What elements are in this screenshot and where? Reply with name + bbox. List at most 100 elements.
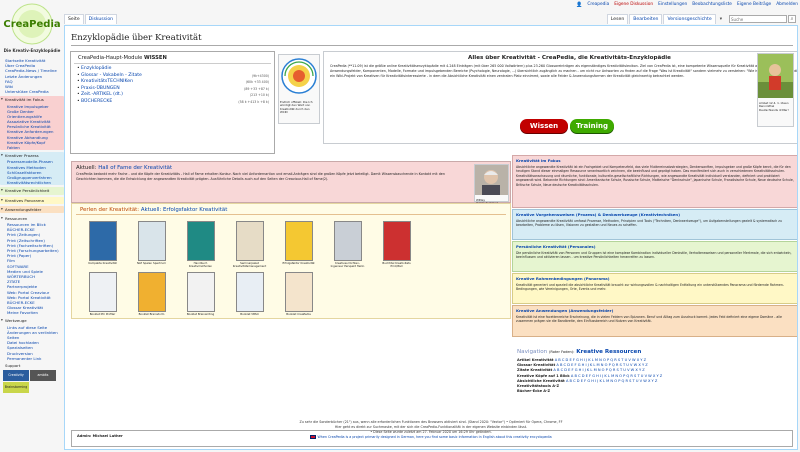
book-item[interactable]: Kompakte Kreativität bbox=[84, 221, 121, 265]
book-cover-icon bbox=[235, 221, 264, 261]
topic-box-title[interactable]: Kreativität im Fokus bbox=[513, 156, 797, 164]
book-cover-icon bbox=[333, 221, 362, 261]
hof-text: CreaPedia bedankt mehr Fache - und die K… bbox=[76, 172, 445, 181]
book-cover-icon bbox=[284, 221, 313, 261]
tab-edit[interactable]: Bearbeiten bbox=[629, 14, 663, 24]
nav-row-label[interactable]: Zitate Kreativität bbox=[517, 368, 552, 372]
nav-row-label[interactable]: Artikel Kreativität bbox=[517, 358, 554, 362]
sidebar-section-title[interactable]: Kreatives Panorama bbox=[0, 197, 64, 204]
sidebar-item[interactable]: Meine Favoriten bbox=[0, 310, 64, 315]
intro-thumbnail[interactable]: Endlich offiziell: Die Ich würdigt den W… bbox=[278, 54, 320, 124]
alphabet-links[interactable]: A B C D E F G H I J K L M N O P Q R S T … bbox=[555, 358, 646, 362]
sidebar-item[interactable]: Kreativitätsrechtlichen bbox=[0, 180, 64, 185]
topic-box-title[interactable]: Kreative Rahmenbedingungen (Panorama) bbox=[513, 274, 797, 282]
sidebar-main-nav: Startseite Kreativität Über CreaPedia Cr… bbox=[0, 58, 64, 94]
book-caption: Booklet IPC Profiler bbox=[89, 312, 116, 316]
wissen-button[interactable]: Wissen bbox=[520, 119, 568, 133]
book-item[interactable]: Buchtitel Kreativitats Print/Pad bbox=[378, 221, 415, 268]
alphabet-links[interactable]: A B C D E F G H I J K L M N O P Q R S T … bbox=[556, 363, 647, 367]
intro-heading: Alles über Kreativität - CreaPedia, die … bbox=[468, 55, 671, 61]
hof-photo[interactable]: Wittey Ostdeutschland bbox=[474, 164, 509, 205]
search-icon[interactable]: ⌕ bbox=[788, 15, 796, 23]
module-count: (89 +33 +87 k) bbox=[244, 86, 269, 91]
sidebar-item[interactable]: Änderungen an verlinkten Seiten bbox=[0, 330, 64, 340]
personal-link[interactable]: Abmelden bbox=[776, 2, 798, 8]
sidebar-item[interactable]: Permanenter Link bbox=[0, 356, 64, 361]
user-icon: 👤 bbox=[576, 2, 583, 8]
topic-box-title[interactable]: Kreative Anwendungen (Anwendungsfelder) bbox=[513, 306, 797, 314]
module-link[interactable]: Enzyklopädie bbox=[81, 66, 111, 73]
alphabet-links[interactable]: A B C D E F G H I J K L M N O P Q R S T … bbox=[553, 368, 644, 372]
personal-tools: 👤 Creapedia Eigene Diskussion Einstellun… bbox=[576, 2, 798, 8]
intro-thumb-caption: Endlich offiziell: Die Ich würdigt den W… bbox=[280, 100, 313, 115]
book-caption: Booklet Brainstorm bbox=[138, 312, 165, 316]
page-title: Enzyklopädie über Kreativität bbox=[71, 33, 202, 43]
nav-row-label[interactable]: Bücher-Ecke A-Z bbox=[517, 389, 550, 393]
namespace-tabs: Seite Diskussion bbox=[64, 14, 118, 24]
tab-page[interactable]: Seite bbox=[64, 14, 84, 24]
alphabet-links[interactable]: A B C D E F G H I J K L M N O P Q R S T … bbox=[566, 379, 657, 383]
sidebar-section-title[interactable]: Ressourcen bbox=[0, 215, 64, 222]
sidebar-section-title[interactable]: Anwendungsfelder bbox=[0, 206, 64, 213]
book-item[interactable]: NLP Spalen Spectrum bbox=[133, 221, 170, 265]
nav-row-label[interactable]: Glossar Kreativität bbox=[517, 363, 555, 367]
hof-link[interactable]: Hall of Fame der Kreativität bbox=[98, 165, 172, 171]
tab-read[interactable]: Lesen bbox=[606, 14, 629, 24]
book-item[interactable]: Kreatives Dichten-Ingenieur Perspekt Hei… bbox=[329, 221, 366, 268]
topic-box-title[interactable]: Persönliche Kreativität (Personales) bbox=[513, 242, 797, 250]
search-input[interactable] bbox=[729, 15, 787, 23]
book-item[interactable]: Handbuch Kreativmethoden bbox=[182, 221, 219, 268]
nav-row-label[interactable]: Kreative Köpfe auf 1 Blick bbox=[517, 374, 570, 378]
book-item[interactable]: Booklet VBSO bbox=[231, 272, 268, 316]
award-thumbnail[interactable]: Ambet 12.4. 1. Ideen Rennräthel Deutschl… bbox=[757, 53, 794, 127]
title-divider bbox=[71, 45, 793, 46]
search-box: ⌕ bbox=[729, 15, 796, 23]
personal-link[interactable]: Einstellungen bbox=[658, 2, 687, 8]
badge-creativity[interactable]: Creativity bbox=[3, 370, 29, 382]
nav-resources-link[interactable]: Kreative Ressourcen bbox=[576, 349, 641, 355]
modules-list: EnzyklopädieGlossar - Vokabeln - Zitate(… bbox=[71, 64, 274, 106]
module-row: Enzyklopädie bbox=[71, 66, 274, 73]
module-link[interactable]: KreativitätsTECHNIKen bbox=[81, 79, 133, 86]
sidebar-link[interactable]: Unterstütze CreaPedia bbox=[5, 89, 64, 94]
book-item[interactable]: Booklet Brainstorm bbox=[133, 272, 170, 316]
sidebar-item[interactable]: Fakten bbox=[0, 145, 64, 150]
book-caption: Kreatives Dichten-Ingenieur Perspekt Hei… bbox=[330, 261, 365, 269]
creapedia-logo[interactable]: CreaPedia Die Kreativ-Enzyklopädie bbox=[0, 0, 64, 56]
personal-link[interactable]: Eigene Beiträge bbox=[737, 2, 771, 8]
sidebar-section-title[interactable]: Kreativer Prozess bbox=[0, 152, 64, 159]
badge-ambits[interactable]: ambits bbox=[30, 370, 56, 382]
topic-box-title[interactable]: Kreative Vorgehensweisen (Prozess) & Den… bbox=[513, 210, 797, 218]
tab-discussion[interactable]: Diskussion bbox=[84, 14, 118, 24]
topic-box: Kreativität im Fokus Absichtliche angewan… bbox=[512, 155, 797, 208]
book-item[interactable]: Erfolgsfaktor Kreativität bbox=[280, 221, 317, 265]
sidebar-section-title[interactable]: Kreativität im Fokus bbox=[0, 96, 64, 103]
sidebar-section-title[interactable]: Kreative Persönlichkeit bbox=[0, 187, 64, 194]
book-item[interactable]: Booklet Brainwriting bbox=[182, 272, 219, 316]
book-item[interactable]: Booklet IPC Profiler bbox=[84, 272, 121, 316]
tab-history[interactable]: Versionsgeschichte bbox=[663, 14, 716, 24]
nav-row-label[interactable]: Absichtliche Kreativität bbox=[517, 379, 565, 383]
portrait-photo-icon bbox=[475, 165, 508, 195]
module-link[interactable]: Zeit.-ARTIKEL (dt.) bbox=[81, 92, 123, 99]
module-link[interactable]: BÜCHERECKE bbox=[81, 99, 112, 106]
book-caption: Kompakte Kreativität bbox=[88, 261, 117, 265]
nav-row-label[interactable]: Kreativitätstools A-Z bbox=[517, 384, 559, 388]
book-cover-icon bbox=[186, 221, 215, 261]
book-item[interactable]: Seminarpaket Kreativitätsmanagement bbox=[231, 221, 268, 268]
sidebar-link[interactable]: CreaPedia-News / Timeline bbox=[5, 68, 64, 73]
badge-brainstorming[interactable]: Brainstorming bbox=[3, 382, 29, 394]
book-caption: Booklet CreaPedia bbox=[286, 312, 311, 316]
sidebar-section-title[interactable]: Werkzeuge bbox=[0, 317, 64, 324]
personal-link[interactable]: Creapedia bbox=[587, 2, 609, 8]
personal-link[interactable]: Beobachtungsliste bbox=[692, 2, 732, 8]
more-dropdown-icon[interactable]: ▾ bbox=[717, 15, 725, 24]
personal-link[interactable]: Eigene Diskussion bbox=[614, 2, 653, 8]
perls-link[interactable]: Aktuell: Erfolgsfaktor Kreativität bbox=[141, 207, 227, 213]
module-count: (60k +33 400) bbox=[245, 80, 269, 85]
book-item[interactable]: Booklet CreaPedia bbox=[280, 272, 317, 316]
sidebar: Startseite Kreativität Über CreaPedia Cr… bbox=[0, 58, 64, 395]
alphabet-links[interactable]: A B C D E F G H I J K L M N O P Q R S T … bbox=[571, 374, 662, 378]
nav-row: Bücher-Ecke A-Z bbox=[517, 389, 722, 394]
training-button[interactable]: Training bbox=[570, 119, 614, 133]
